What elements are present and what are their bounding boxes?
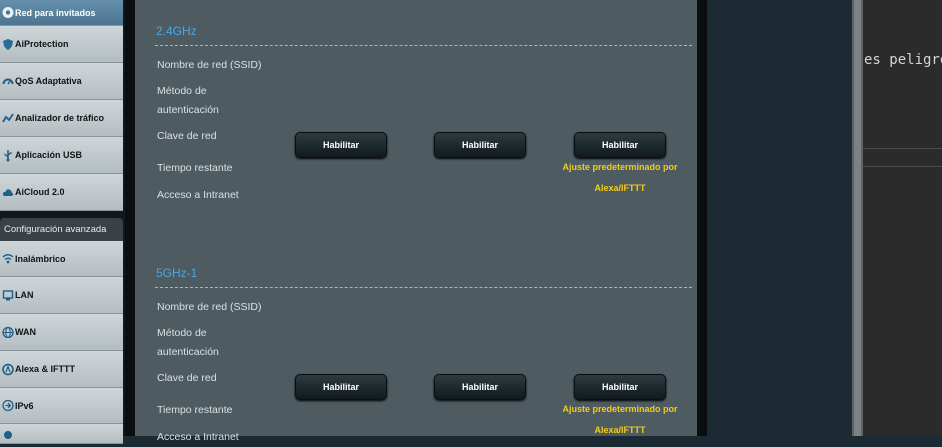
sidebar-item-label: Alexa & IFTTT: [15, 364, 76, 374]
alexa-default-note: Alexa/IFTTT: [594, 425, 646, 435]
advanced-settings-header: Configuración avanzada: [0, 218, 123, 241]
wan-globe-icon: [2, 326, 14, 338]
sidebar-item-label: Analizador de tráfico: [15, 113, 105, 123]
alexa-ifttt-icon: [2, 363, 14, 375]
sidebar-item-lan[interactable]: LAN: [0, 277, 123, 314]
sidebar-item-label: AiCloud 2.0: [15, 187, 65, 197]
guest-network-icon: [2, 7, 14, 18]
sidebar-item-label: AiProtection: [15, 39, 69, 49]
section-divider: [155, 287, 692, 288]
traffic-analyzer-icon: [2, 113, 14, 122]
enable-button[interactable]: Habilitar: [295, 374, 387, 400]
sidebar-item-partial[interactable]: [0, 424, 123, 444]
sidebar: Red para invitados AiProtection QoS Adap…: [0, 0, 125, 444]
sidebar-item-label: WAN: [15, 327, 36, 337]
background-divider: [863, 166, 942, 167]
sidebar-item-aicloud[interactable]: AiCloud 2.0: [0, 174, 123, 211]
qos-gauge-icon: [2, 78, 14, 84]
sidebar-item-guest-network[interactable]: Red para invitados: [0, 0, 123, 26]
alexa-default-note: Ajuste predeterminado por: [562, 404, 678, 414]
band-title-2-4ghz: 2.4GHz: [156, 24, 197, 38]
sidebar-item-label: LAN: [15, 290, 34, 300]
auth-method-label: Método de autenticación: [157, 327, 219, 358]
scrollbar-thumb[interactable]: [854, 0, 861, 436]
alexa-default-note: Ajuste predeterminado por: [562, 162, 678, 172]
guest-network-panel: 2.4GHz Nombre de red (SSID) Método de au…: [135, 0, 697, 443]
sidebar-item-label: Red para invitados: [15, 7, 96, 18]
usb-icon: [4, 149, 12, 161]
sidebar-item-label: Inalámbrico: [15, 253, 66, 264]
wireless-icon: [2, 254, 14, 264]
sidebar-item-usb[interactable]: Aplicación USB: [0, 137, 123, 174]
sidebar-item-label: QoS Adaptativa: [15, 76, 82, 86]
enable-button[interactable]: Habilitar: [295, 132, 387, 158]
band-title-5ghz-1: 5GHz-1: [156, 266, 198, 280]
time-remaining-label: Tiempo restante: [157, 162, 233, 174]
shield-icon: [3, 38, 13, 50]
ssid-label: Nombre de red (SSID): [157, 59, 262, 71]
intranet-access-label: Acceso a Intranet: [157, 431, 239, 443]
sidebar-item-label: IPv6: [15, 400, 34, 411]
sidebar-item-qos[interactable]: QoS Adaptativa: [0, 63, 123, 100]
nav-icon: [4, 431, 12, 439]
cloud-icon: [2, 188, 14, 196]
sidebar-item-aiprotection[interactable]: AiProtection: [0, 26, 123, 63]
section-divider: [155, 45, 692, 46]
ssid-label: Nombre de red (SSID): [157, 301, 262, 313]
background-window-area: [707, 0, 852, 436]
network-key-label: Clave de red: [157, 372, 217, 384]
lan-icon: [2, 289, 14, 300]
sidebar-item-wan[interactable]: WAN: [0, 314, 123, 351]
network-key-label: Clave de red: [157, 130, 217, 142]
intranet-access-label: Acceso a Intranet: [157, 189, 239, 201]
main-content: 2.4GHz Nombre de red (SSID) Método de au…: [125, 0, 707, 443]
background-divider: [863, 148, 942, 149]
sidebar-item-alexa-ifttt[interactable]: Alexa & IFTTT: [0, 351, 123, 388]
time-remaining-label: Tiempo restante: [157, 404, 233, 416]
enable-button[interactable]: Habilitar: [574, 132, 666, 158]
ipv6-icon: [2, 399, 14, 412]
background-text: es peligro: [864, 52, 942, 68]
sidebar-item-wireless[interactable]: Inalámbrico: [0, 241, 123, 277]
enable-button[interactable]: Habilitar: [434, 132, 526, 158]
auth-method-label: Método de autenticación: [157, 85, 219, 116]
enable-button[interactable]: Habilitar: [574, 374, 666, 400]
sidebar-item-label: Aplicación USB: [15, 150, 83, 160]
background-scrollbar[interactable]: [852, 0, 863, 436]
alexa-default-note: Alexa/IFTTT: [594, 183, 646, 193]
enable-button[interactable]: Habilitar: [434, 374, 526, 400]
sidebar-item-traffic-analyzer[interactable]: Analizador de tráfico: [0, 100, 123, 137]
sidebar-item-ipv6[interactable]: IPv6: [0, 388, 123, 424]
